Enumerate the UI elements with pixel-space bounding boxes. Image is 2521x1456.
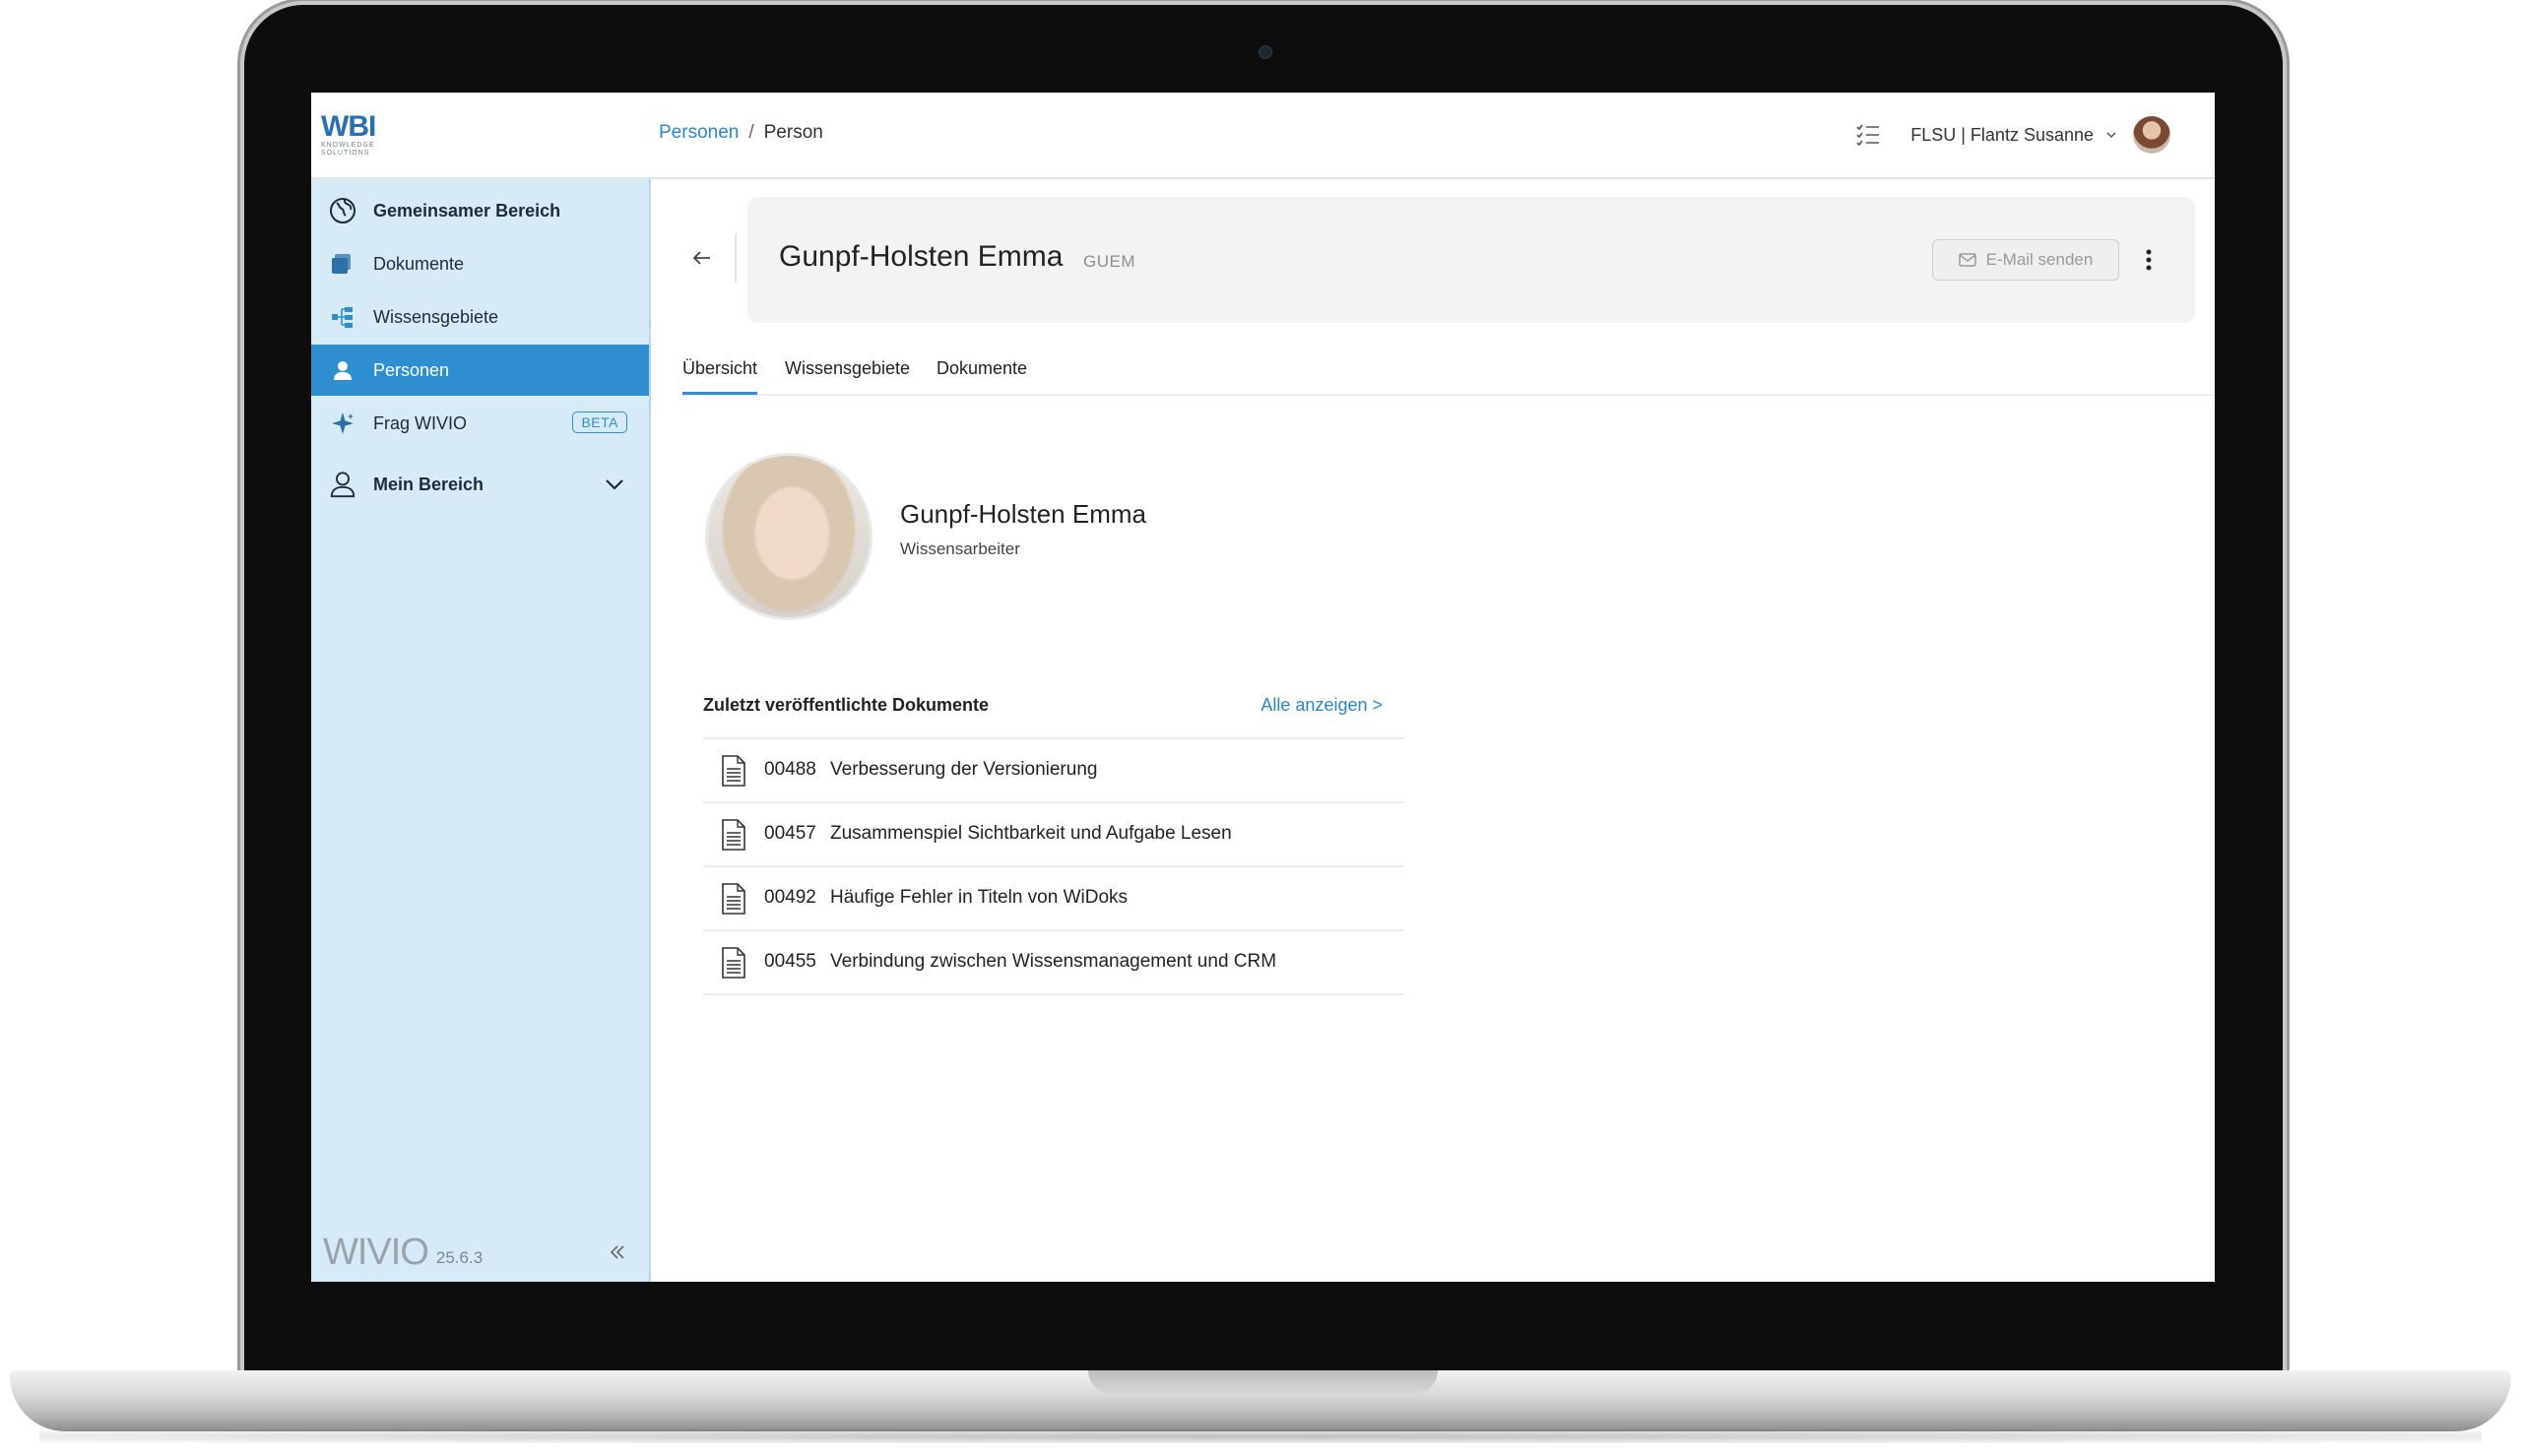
- sidebar-item-wissensgebiete[interactable]: Wissensgebiete: [311, 291, 649, 343]
- person-icon: [329, 356, 356, 384]
- document-title: Häufige Fehler in Titeln von WiDoks: [830, 887, 1129, 908]
- laptop-shadow: [39, 1429, 2482, 1443]
- document-icon: [722, 819, 745, 851]
- sidebar-item-label: Mein Bereich: [373, 474, 485, 494]
- documents-icon: [329, 250, 356, 278]
- profile-name: Gunpf-Holsten Emma: [900, 499, 1146, 529]
- user-menu-label[interactable]: FLSU | Flantz Susanne: [1910, 125, 2094, 146]
- breadcrumb: Personen / Person: [659, 122, 823, 144]
- profile-photo: [705, 453, 873, 620]
- sidebar-item-label: Frag WIVIO: [373, 412, 468, 433]
- list-item[interactable]: 00457 Zusammenspiel Sichtbarkeit und Auf…: [703, 803, 1404, 867]
- list-item[interactable]: 00455 Verbindung zwischen Wissensmanagem…: [703, 931, 1404, 995]
- chevron-down-icon[interactable]: [2105, 129, 2117, 141]
- sidebar-item-mein-bereich[interactable]: Mein Bereich: [311, 459, 649, 510]
- breadcrumb-link-personen[interactable]: Personen: [659, 122, 739, 143]
- person-header-card: Gunpf-Holsten Emma GUEM E-Mail senden: [747, 197, 2195, 323]
- list-item[interactable]: 00488 Verbesserung der Versionierung: [703, 739, 1404, 803]
- document-title: Verbesserung der Versionierung: [830, 759, 1098, 780]
- sidebar-item-personen[interactable]: Personen: [311, 345, 649, 396]
- sidebar: Gemeinsamer Bereich Dokumente Wissensgeb…: [311, 179, 651, 1282]
- task-list-icon[interactable]: [1855, 122, 1881, 148]
- send-email-button[interactable]: E-Mail senden: [1932, 239, 2119, 281]
- tab-uebersicht[interactable]: Übersicht: [682, 352, 758, 395]
- breadcrumb-separator: /: [748, 122, 754, 143]
- sidebar-item-label: Dokumente: [373, 253, 465, 274]
- page-title: Gunpf-Holsten Emma: [779, 240, 1064, 273]
- user-avatar[interactable]: [2133, 116, 2170, 154]
- sidebar-footer: WIVIO 25.6.3: [323, 1232, 483, 1274]
- person-code: GUEM: [1083, 252, 1135, 271]
- divider: [735, 233, 737, 283]
- sidebar-item-gemeinsamer-bereich[interactable]: Gemeinsamer Bereich: [311, 185, 649, 236]
- sidebar-item-label: Personen: [373, 359, 450, 380]
- sidebar-item-dokumente[interactable]: Dokumente: [311, 238, 649, 289]
- tree-structure-icon: [329, 303, 356, 331]
- document-title: Verbindung zwischen Wissensmanagement un…: [830, 951, 1277, 972]
- document-title: Zusammenspiel Sichtbarkeit und Aufgabe L…: [830, 823, 1232, 844]
- user-area: FLSU | Flantz Susanne: [1855, 114, 2170, 156]
- document-number: 00455: [764, 951, 816, 972]
- top-bar: WBI KNOWLEDGE SOLUTIONS Personen / Person …: [311, 93, 2215, 179]
- chevron-down-icon[interactable]: [604, 474, 625, 495]
- beta-badge: BETA: [572, 411, 627, 433]
- user-outline-icon: [329, 471, 356, 498]
- sidebar-item-label: Wissensgebiete: [373, 306, 499, 327]
- sidebar-item-label: Gemeinsamer Bereich: [373, 200, 561, 221]
- document-icon: [722, 883, 745, 915]
- document-number: 00457: [764, 823, 816, 844]
- send-email-label: E-Mail senden: [1985, 250, 2094, 269]
- tab-wissensgebiete[interactable]: Wissensgebiete: [785, 352, 910, 392]
- wbi-logo[interactable]: WBI KNOWLEDGE SOLUTIONS: [321, 112, 400, 158]
- breadcrumb-current: Person: [763, 122, 823, 143]
- sparkle-icon: [329, 410, 356, 437]
- back-arrow-icon[interactable]: [690, 246, 714, 270]
- globe-icon: [329, 197, 356, 224]
- document-list: 00488 Verbesserung der Versionierung 004…: [703, 737, 1404, 995]
- app-screen: WBI KNOWLEDGE SOLUTIONS Personen / Person …: [311, 93, 2215, 1282]
- laptop-notch: [1088, 1370, 1438, 1394]
- webcam: [1259, 45, 1272, 59]
- document-icon: [722, 947, 745, 979]
- document-icon: [722, 755, 745, 787]
- more-options-icon[interactable]: [2137, 246, 2161, 274]
- version-label: 25.6.3: [435, 1248, 484, 1267]
- tab-bar: Übersicht Wissensgebiete Dokumente: [682, 352, 2215, 396]
- main-content: Gunpf-Holsten Emma GUEM E-Mail senden Üb…: [651, 179, 2215, 1282]
- document-number: 00488: [764, 759, 816, 780]
- sidebar-item-frag-wivio[interactable]: Frag WIVIO BETA: [311, 398, 649, 449]
- profile-role: Wissensarbeiter: [900, 539, 1020, 558]
- document-number: 00492: [764, 887, 816, 908]
- list-item[interactable]: 00492 Häufige Fehler in Titeln von WiDok…: [703, 867, 1404, 931]
- wivio-logo: WIVIO: [323, 1232, 429, 1273]
- show-all-link[interactable]: Alle anzeigen >: [1260, 695, 1383, 716]
- recent-documents-title: Zuletzt veröffentlichte Dokumente: [703, 695, 990, 715]
- tab-dokumente[interactable]: Dokumente: [937, 352, 1027, 392]
- collapse-sidebar-icon[interactable]: [608, 1242, 627, 1262]
- mail-icon: [1958, 253, 1976, 267]
